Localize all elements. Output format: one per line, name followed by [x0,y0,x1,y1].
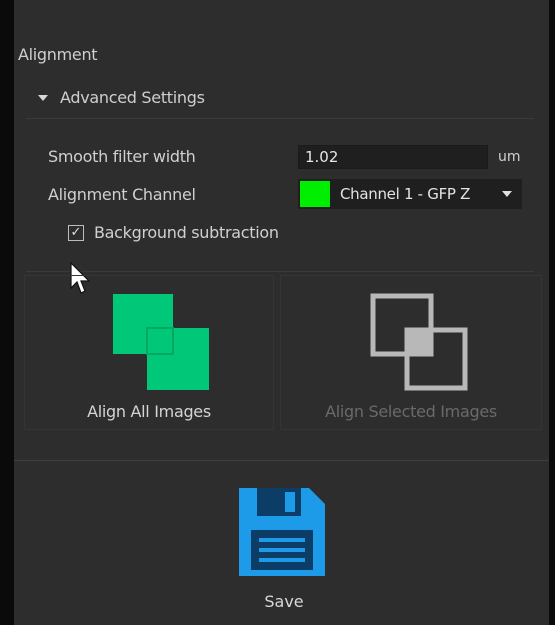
alignment-channel-value: Channel 1 - GFP Z [340,185,471,203]
smooth-filter-input[interactable] [298,145,488,169]
background-subtraction-checkbox[interactable]: ✓ Background subtraction [68,223,279,242]
align-all-images-button[interactable]: Align All Images [24,275,274,430]
align-selected-icon [370,293,468,391]
alignment-panel: Alignment Advanced Settings Smooth filte… [14,0,549,625]
smooth-filter-unit: um [498,149,521,165]
save-label: Save [264,592,304,611]
alignment-channel-label: Alignment Channel [48,185,196,204]
checkbox-checked-icon[interactable]: ✓ [68,224,84,241]
divider [14,460,549,461]
align-all-label: Align All Images [87,402,211,421]
save-button[interactable]: Save [229,480,339,620]
background-subtraction-label: Background subtraction [94,223,279,242]
smooth-filter-label: Smooth filter width [48,147,196,166]
align-selected-label: Align Selected Images [325,402,497,421]
align-all-icon [113,294,209,390]
expand-triangle-icon [38,94,48,101]
align-selected-images-button[interactable]: Align Selected Images [280,275,542,430]
floppy-disk-icon [239,488,325,576]
channel-color-swatch [300,181,330,207]
advanced-settings-toggle[interactable]: Advanced Settings [38,88,205,107]
advanced-settings-label: Advanced Settings [60,88,205,107]
alignment-channel-select[interactable]: Channel 1 - GFP Z [298,179,522,209]
section-title: Alignment [18,45,98,64]
chevron-down-icon [502,191,512,197]
advanced-settings-group: Smooth filter width um Alignment Channel… [26,118,534,272]
